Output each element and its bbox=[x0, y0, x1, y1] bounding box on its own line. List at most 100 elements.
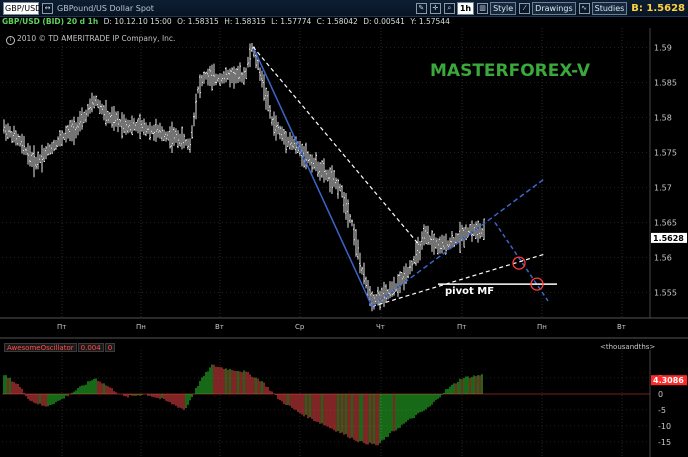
price-bar bbox=[317, 161, 319, 177]
price-bar bbox=[395, 283, 397, 292]
price-bar bbox=[371, 291, 373, 312]
time-tick-label: Чт bbox=[376, 323, 385, 331]
drawings-button[interactable]: Drawings bbox=[532, 1, 576, 15]
price-bar bbox=[327, 169, 329, 182]
price-bar bbox=[57, 136, 59, 147]
price-info-line: GBP/USD (BID) 20 d 1h D: 10.12.10 15:00 … bbox=[0, 17, 688, 27]
price-bar bbox=[123, 114, 125, 134]
price-bar bbox=[363, 262, 365, 285]
price-bar bbox=[421, 231, 423, 250]
studies-icon[interactable]: ∿ bbox=[578, 2, 590, 14]
link-icon[interactable]: ↔ bbox=[42, 2, 53, 14]
price-bar bbox=[131, 115, 133, 136]
price-bar bbox=[45, 146, 47, 160]
price-bar bbox=[405, 263, 407, 285]
price-bar bbox=[409, 260, 411, 275]
price-bar bbox=[257, 58, 259, 70]
price-bar bbox=[231, 67, 233, 84]
price-bar bbox=[321, 160, 323, 178]
price-bar bbox=[161, 126, 163, 142]
price-bar bbox=[113, 106, 115, 131]
price-bar bbox=[167, 131, 169, 141]
info-high: H: 1.58315 bbox=[224, 17, 266, 26]
price-bar bbox=[105, 99, 107, 126]
price-bar bbox=[195, 93, 197, 120]
price-bar bbox=[157, 124, 159, 138]
price-bar bbox=[61, 130, 63, 147]
price-bar bbox=[67, 124, 69, 139]
price-bar bbox=[179, 133, 181, 147]
price-bar bbox=[447, 240, 449, 250]
zoom-icon[interactable]: ⌕ bbox=[443, 2, 455, 14]
price-bar bbox=[9, 126, 11, 138]
price-bar bbox=[285, 131, 287, 154]
price-bar bbox=[95, 95, 97, 107]
price-bar bbox=[59, 130, 61, 147]
price-bar bbox=[261, 70, 263, 88]
price-bar bbox=[457, 233, 459, 243]
price-bar bbox=[427, 225, 429, 246]
price-bar bbox=[13, 125, 15, 143]
price-bar bbox=[453, 237, 455, 248]
price-bar bbox=[369, 286, 371, 307]
price-bar bbox=[335, 177, 337, 190]
price-bar bbox=[431, 230, 433, 252]
crosshair-icon[interactable]: ✛ bbox=[429, 2, 441, 14]
price-bar bbox=[449, 237, 451, 248]
price-bar bbox=[303, 146, 305, 168]
studies-button[interactable]: Studies bbox=[591, 1, 628, 15]
price-bar bbox=[219, 73, 221, 87]
price-bar bbox=[125, 118, 127, 135]
settings-icon[interactable]: ✎ bbox=[415, 2, 427, 14]
oscillator-name[interactable]: AwesomeOscillator bbox=[4, 343, 77, 352]
price-tick-label: 1.59 bbox=[654, 44, 672, 53]
price-bar bbox=[269, 105, 271, 119]
price-bar bbox=[365, 276, 367, 289]
price-bar bbox=[247, 56, 249, 68]
symbol-selector[interactable]: GBP/USD ▼ bbox=[3, 1, 46, 15]
chart-title: GBP/USD (BID) 20 d 1h bbox=[2, 17, 99, 26]
price-bar bbox=[69, 120, 71, 142]
chart-type-icon[interactable]: ▥ bbox=[477, 2, 489, 14]
price-bar bbox=[65, 125, 67, 143]
price-bar bbox=[171, 121, 173, 154]
price-bar bbox=[251, 42, 253, 53]
price-bar bbox=[323, 158, 325, 183]
time-tick-label: Вт bbox=[215, 323, 224, 331]
target-circle bbox=[512, 256, 526, 270]
price-bar bbox=[173, 127, 175, 146]
osc-tick-label: -15 bbox=[658, 438, 671, 447]
price-bar bbox=[225, 67, 227, 83]
price-bar bbox=[279, 125, 281, 140]
price-bar bbox=[337, 178, 339, 199]
style-button[interactable]: Style bbox=[490, 1, 517, 15]
price-bar bbox=[185, 139, 187, 146]
price-bar bbox=[307, 151, 309, 164]
price-bar bbox=[357, 239, 359, 260]
price-bar bbox=[187, 138, 189, 150]
trend-projection-line bbox=[371, 177, 546, 308]
price-bar bbox=[155, 118, 157, 142]
price-bar bbox=[29, 145, 31, 167]
price-tick-label: 1.565 bbox=[654, 219, 677, 228]
drawing-icon[interactable]: ⁄ bbox=[519, 2, 531, 14]
price-bar bbox=[259, 67, 261, 81]
price-bar bbox=[391, 281, 393, 297]
price-bar bbox=[249, 43, 251, 68]
price-bar bbox=[253, 46, 255, 58]
price-bar bbox=[205, 71, 207, 80]
price-bar bbox=[475, 221, 477, 240]
price-bar bbox=[211, 64, 213, 91]
price-bar bbox=[389, 281, 391, 299]
price-bar bbox=[145, 122, 147, 137]
osc-tick-label: -5 bbox=[658, 406, 666, 415]
price-bar bbox=[111, 106, 113, 128]
price-bar bbox=[135, 122, 137, 132]
price-bar bbox=[103, 105, 105, 121]
price-bar bbox=[417, 236, 419, 264]
price-tick-label: 1.555 bbox=[654, 289, 677, 298]
time-tick-label: Пт bbox=[457, 323, 466, 331]
timeframe-button[interactable]: 1h bbox=[456, 1, 475, 15]
price-bar bbox=[413, 255, 415, 265]
price-bar bbox=[315, 152, 317, 172]
